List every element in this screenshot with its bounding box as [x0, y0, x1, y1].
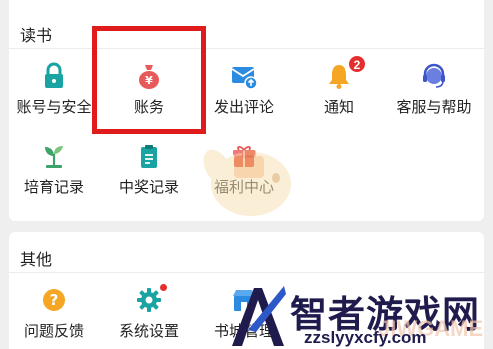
menu-item-label: 发出评论	[213, 99, 274, 116]
store-icon	[233, 290, 255, 311]
menu-item-prize-record[interactable]: 中奖记录	[104, 132, 194, 206]
menu-item-label: 书城管理	[213, 323, 274, 340]
menu-item-notifications[interactable]: 2 通知	[294, 52, 384, 126]
section-divider	[9, 272, 484, 273]
comment-send-icon	[231, 67, 258, 90]
gift-icon	[233, 146, 255, 167]
menu-item-label: 培育记录	[23, 179, 84, 196]
section-title-reading: 读书	[20, 28, 53, 45]
menu-item-support[interactable]: 客服与帮助	[389, 52, 479, 126]
gear-icon	[137, 288, 161, 312]
other-section: 其他 ? 问题反馈 系统设置 书城管理	[9, 232, 484, 349]
menu-item-feedback[interactable]: ? 问题反馈	[9, 276, 99, 349]
menu-item-comments[interactable]: 发出评论	[199, 52, 289, 126]
menu-item-welfare-center[interactable]: 福利中心	[199, 132, 289, 206]
money-bag-icon: ¥	[139, 65, 159, 89]
menu-item-label: 账号与安全	[16, 99, 92, 116]
menu-item-label: 账务	[133, 99, 164, 116]
prize-clipboard-icon	[141, 145, 157, 168]
question-icon: ?	[43, 289, 65, 311]
menu-item-label: 系统设置	[118, 323, 179, 340]
menu-item-label: 通知	[323, 99, 354, 116]
svg-text:?: ?	[50, 291, 59, 309]
new-indicator-dot	[160, 284, 167, 291]
lock-icon	[45, 62, 63, 88]
menu-item-growth-record[interactable]: 培育记录	[9, 132, 99, 206]
sprout-icon	[45, 146, 63, 168]
menu-item-label: 福利中心	[213, 179, 274, 196]
reading-section: 读书 账号与安全 ¥ 账务 发出评论 2 通知 客服与帮助 培育记录 中奖记录 …	[9, 0, 484, 221]
menu-item-bookstore-manage[interactable]: 书城管理	[199, 276, 289, 349]
menu-item-label: 问题反馈	[23, 323, 84, 340]
menu-item-account-security[interactable]: 账号与安全	[9, 52, 99, 126]
menu-item-system-settings[interactable]: 系统设置	[104, 276, 194, 349]
menu-item-label: 中奖记录	[118, 179, 179, 196]
section-title-other: 其他	[20, 252, 53, 269]
section-divider	[9, 48, 484, 49]
menu-item-billing[interactable]: ¥ 账务	[104, 52, 194, 126]
menu-item-label: 客服与帮助	[396, 99, 472, 116]
svg-text:¥: ¥	[145, 74, 153, 87]
notification-count-badge: 2	[348, 55, 366, 73]
headset-icon	[423, 63, 445, 88]
